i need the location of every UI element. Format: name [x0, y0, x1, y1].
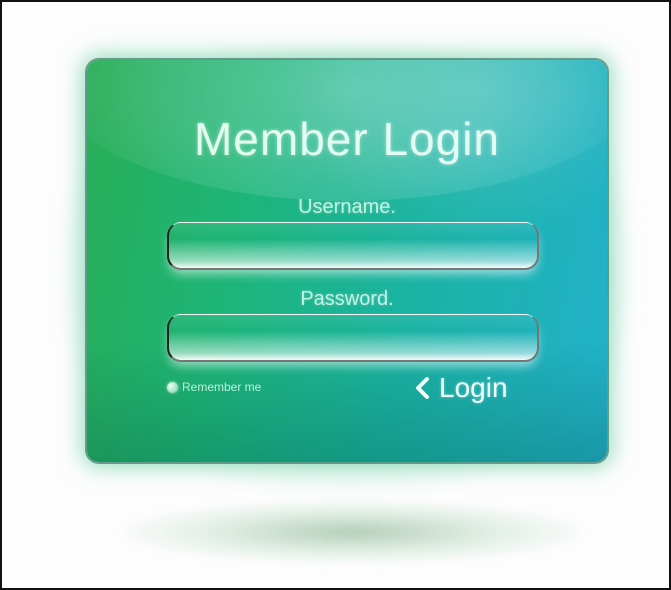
remember-me-label: Remember me	[182, 380, 262, 394]
password-input[interactable]	[167, 314, 539, 362]
login-button[interactable]: Login	[413, 368, 508, 408]
login-button-label: Login	[439, 372, 508, 403]
login-panel: Member Login Username. Password. Remembe…	[87, 60, 607, 462]
password-label: Password.	[300, 288, 394, 310]
chevron-left-icon	[413, 376, 431, 400]
username-label: Username.	[298, 196, 396, 218]
page-title: Member Login	[193, 113, 501, 165]
radio-dot-icon	[167, 381, 178, 393]
floor-shadow	[122, 500, 582, 564]
remember-me-toggle[interactable]: Remember me	[167, 380, 261, 394]
username-input[interactable]	[167, 222, 539, 270]
image-frame: Member Login Username. Password. Remembe…	[0, 0, 671, 590]
